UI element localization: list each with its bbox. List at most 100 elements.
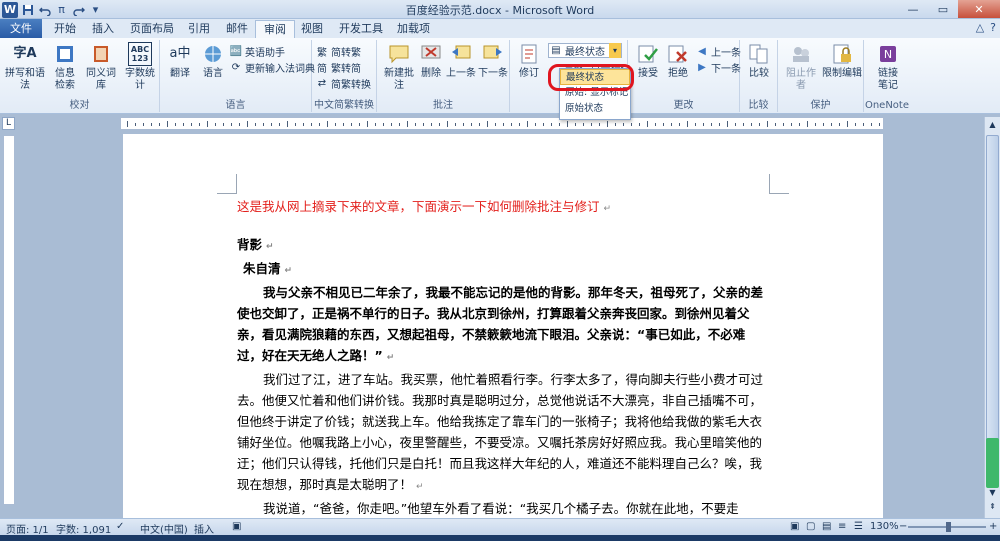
ruler-tick [783, 123, 784, 126]
tab-insert[interactable]: 插入 [84, 20, 122, 38]
tab-references[interactable]: 引用 [180, 20, 218, 38]
tab-view[interactable]: 视图 [293, 20, 331, 38]
linked-notes-button[interactable]: N 链接 笔记 [870, 42, 906, 92]
macro-record-icon[interactable]: ▣ [232, 521, 241, 532]
ruler-tick [879, 123, 880, 126]
previous-comment-button[interactable]: 上一条 [445, 42, 477, 80]
ruler-tick [551, 123, 552, 126]
document-body[interactable]: 这是我从网上摘录下来的文章，下面演示一下如何删除批注与修订 ↵ 背影 ↵ 朱自清 ↵ … [237, 196, 769, 518]
ruler-tick [263, 123, 264, 126]
next-change-button[interactable]: ▶ 下一条 [696, 60, 741, 75]
horizontal-ruler[interactable] [120, 117, 884, 130]
zoom-level[interactable]: 130% [870, 521, 899, 532]
ruler-tick [647, 121, 648, 127]
ruler-tick [799, 123, 800, 126]
block-authors-button[interactable]: 阻止作者 [782, 42, 820, 92]
scroll-up-icon[interactable]: ▲ [986, 118, 999, 131]
next-comment-button[interactable]: 下一条 [477, 42, 509, 80]
ruler-tick [743, 123, 744, 126]
ruler-tick [751, 123, 752, 126]
tab-review[interactable]: 审阅 [255, 20, 295, 38]
vertical-ruler[interactable] [3, 135, 15, 505]
doc-paragraph[interactable]: 背影 ↵ [237, 234, 769, 258]
ruler-tick [295, 123, 296, 126]
ruler-tick [847, 121, 848, 127]
tab-home[interactable]: 开始 [46, 20, 84, 38]
scroll-position-indicator[interactable] [986, 438, 999, 488]
compare-button[interactable]: 比较 [744, 42, 774, 80]
translate-button[interactable]: a中 翻译 [164, 42, 196, 80]
previous-change-button[interactable]: ◀ 上一条 [696, 44, 741, 59]
tab-mailings[interactable]: 邮件 [218, 20, 256, 38]
ruler-tick [183, 123, 184, 126]
track-changes-button[interactable]: 修订 [514, 42, 544, 80]
view-draft-icon[interactable]: ☰ [854, 521, 863, 532]
tab-file[interactable]: 文件 [0, 19, 42, 38]
dropdown-item-original[interactable]: 原始状态 [560, 101, 630, 117]
doc-paragraph[interactable]: 我与父亲不相见已二年余了，我最不能忘记的是他的背影。那年冬天，祖母死了，父亲的差… [237, 282, 769, 369]
status-page[interactable]: 页面: 1/1 [6, 521, 49, 536]
delete-comment-button[interactable]: 删除 [417, 42, 445, 80]
restrict-editing-button[interactable]: 限制编辑 [822, 42, 862, 80]
scroll-thumb[interactable] [986, 135, 999, 481]
zoom-out-button[interactable]: − [899, 521, 907, 532]
help-icon[interactable]: ? [990, 21, 996, 34]
ruler-tick [791, 123, 792, 126]
accept-button[interactable]: 接受 [634, 42, 662, 80]
chevron-down-icon[interactable]: ▾ [609, 43, 621, 58]
view-print-layout-icon[interactable]: ▣ [790, 521, 799, 532]
view-web-layout-icon[interactable]: ▤ [822, 521, 831, 532]
ruler-tick [615, 123, 616, 126]
wordcount-button[interactable]: ABC 123 字数统计 [121, 42, 159, 92]
zoom-in-button[interactable]: + [989, 521, 997, 532]
tab-addins[interactable]: 加载项 [389, 20, 438, 38]
collapse-ribbon-icon[interactable]: △ [976, 21, 984, 34]
research-button[interactable]: 信息 检索 [50, 42, 80, 92]
status-wordcount[interactable]: 字数: 1,091 [56, 521, 111, 536]
status-insert-mode[interactable]: 插入 [194, 521, 214, 536]
ruler-tick [831, 123, 832, 126]
ruler-tick [535, 123, 536, 126]
display-review-icon: ▤ [551, 45, 561, 56]
tab-page-layout[interactable]: 页面布局 [122, 20, 182, 38]
ruler-tick [527, 121, 528, 127]
doc-paragraph[interactable]: 这是我从网上摘录下来的文章，下面演示一下如何删除批注与修订 ↵ [237, 196, 769, 220]
status-language[interactable]: 中文(中国) [140, 521, 188, 536]
doc-paragraph[interactable]: 我说道，“爸爸，你走吧。”他望车外看了看说：“我买几个橘子去。你就在此地，不要走… [237, 498, 769, 518]
group-label-onenote: OneNote [864, 100, 910, 111]
new-comment-button[interactable]: 新建批注 [381, 42, 417, 92]
view-outline-icon[interactable]: ≡ [838, 521, 846, 532]
proofing-status-icon[interactable]: ✓ [116, 521, 124, 532]
ruler-tick [703, 123, 704, 126]
ruler-tick [319, 123, 320, 126]
maximize-icon[interactable]: ▭ [928, 0, 958, 18]
doc-paragraph[interactable]: 我们过了江，进了车站。我买票，他忙着照看行李。行李太多了，得向脚夫行些小费才可过… [237, 369, 769, 498]
group-label-chinese: 中文简繁转换 [314, 100, 374, 111]
english-assistant-button[interactable]: 🔤 英语助手 [230, 44, 285, 59]
to-simplified-button[interactable]: 简 繁转简 [316, 60, 361, 75]
group-protect: 阻止作者 限制编辑 保护 [778, 40, 864, 112]
scroll-down-icon[interactable]: ▼ [986, 486, 999, 499]
previous-page-icon[interactable]: ⇞ [986, 500, 999, 513]
update-ime-button[interactable]: ⟳ 更新输入法词典 [230, 60, 315, 75]
language-button[interactable]: 语言 [198, 42, 228, 80]
ruler-tab-selector[interactable]: L [2, 117, 15, 130]
display-for-review-select[interactable]: ▤ 最终状态 ▾ [548, 43, 622, 58]
view-full-screen-icon[interactable]: ▢ [806, 521, 815, 532]
ruler-tick [359, 123, 360, 126]
tab-developer[interactable]: 开发工具 [331, 20, 391, 38]
group-compare: 比较 比较 [740, 40, 778, 112]
window-controls: — ▭ ✕ [898, 0, 1000, 18]
ruler-tick [455, 123, 456, 126]
minimize-icon[interactable]: — [898, 0, 928, 18]
document-page[interactable]: 这是我从网上摘录下来的文章，下面演示一下如何删除批注与修订 ↵ 背影 ↵ 朱自清 ↵ … [123, 134, 883, 518]
thesaurus-button[interactable]: 同义词库 [82, 42, 120, 92]
update-ime-icon: ⟳ [231, 62, 241, 73]
zoom-slider-knob[interactable] [946, 522, 951, 532]
reject-button[interactable]: 拒绝 [664, 42, 692, 80]
spelling-button[interactable]: 字A 拼写和语法 [3, 42, 47, 92]
convert-button[interactable]: ⇄ 简繁转换 [316, 76, 371, 91]
doc-paragraph[interactable]: 朱自清 ↵ [237, 258, 769, 282]
to-traditional-button[interactable]: 繁 简转繁 [316, 44, 361, 59]
close-icon[interactable]: ✕ [958, 0, 1000, 18]
